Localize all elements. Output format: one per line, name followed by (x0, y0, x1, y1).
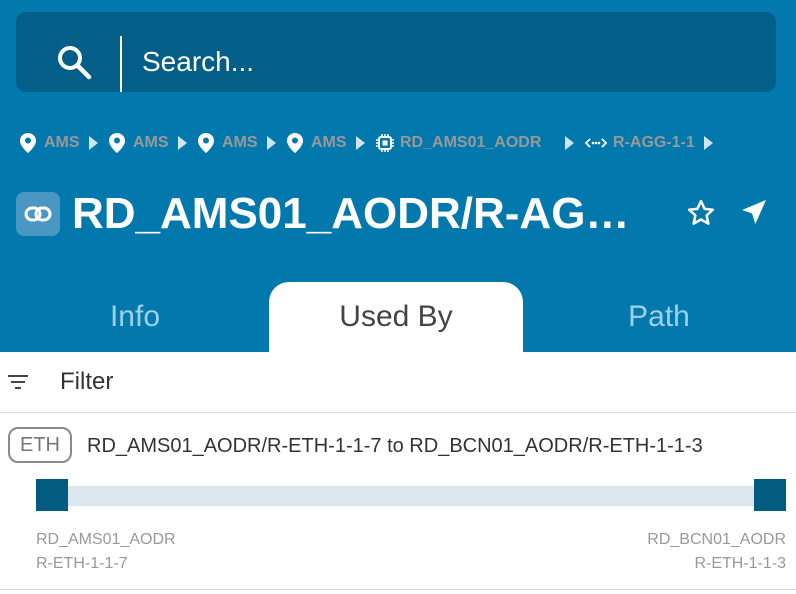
breadcrumb-item-4[interactable]: AMS01 (287, 133, 347, 153)
tab-path[interactable]: Path (522, 282, 796, 352)
breadcrumb-item-5[interactable]: RD_AMS01_AODR (376, 134, 556, 152)
breadcrumb-label: AMS01 (222, 134, 258, 151)
type-badge: ETH (8, 427, 72, 463)
breadcrumb-item-6[interactable]: R-AGG-1-1 (585, 134, 695, 152)
chevron-right-icon (267, 136, 276, 150)
link-arrows-icon (585, 138, 607, 148)
breadcrumb-label: AMS01 (133, 134, 169, 151)
chevron-right-icon (178, 136, 187, 150)
breadcrumb-label: RD_AMS01_AODR (400, 134, 542, 151)
breadcrumb-item-2[interactable]: AMS01 (109, 133, 169, 153)
star-icon[interactable] (686, 198, 716, 228)
z-end-label: RD_BCN01_AODR R-ETH-1-1-3 (647, 528, 786, 576)
breadcrumb-item-1[interactable]: AMS01 (20, 133, 80, 153)
search-divider (120, 36, 122, 92)
tab-used-by[interactable]: Used By (269, 282, 523, 352)
filter-bar[interactable]: Filter (0, 352, 796, 413)
location-pin-icon (198, 133, 214, 153)
chevron-right-icon (356, 136, 365, 150)
a-end-port: R-ETH-1-1-7 (36, 555, 128, 572)
z-end-port: R-ETH-1-1-3 (694, 555, 786, 572)
item-title: RD_AMS01_AODR/R-ETH-1-1-7 to RD_BCN01_AO… (87, 435, 703, 457)
chevron-right-icon (89, 136, 98, 150)
location-pin-icon (109, 133, 125, 153)
breadcrumb-label: AMS01 (311, 134, 347, 151)
search-bar[interactable]: Search... (16, 12, 776, 92)
z-end-device: RD_BCN01_AODR (647, 531, 786, 548)
page-title: RD_AMS01_AODR/R-AGG-1-1 (72, 189, 662, 238)
header: Search... AMS01 AMS01 AMS01 AMS01 (0, 0, 796, 352)
breadcrumb-label: AMS01 (44, 134, 80, 151)
location-pin-icon (20, 133, 36, 153)
connection-bar (36, 486, 786, 506)
chip-icon (376, 134, 394, 152)
search-icon (58, 46, 92, 80)
a-end-label: RD_AMS01_AODR R-ETH-1-1-7 (36, 528, 176, 576)
z-end-node (754, 479, 786, 511)
breadcrumb-label: R-AGG-1-1 (613, 134, 695, 151)
filter-icon (8, 375, 28, 389)
navigate-arrow-icon[interactable] (738, 196, 770, 228)
list-item[interactable]: ETH RD_AMS01_AODR/R-ETH-1-1-7 to RD_BCN0… (0, 413, 796, 590)
a-end-node (36, 479, 68, 511)
chevron-right-icon (565, 136, 574, 150)
link-icon (16, 192, 60, 236)
filter-label: Filter (60, 368, 114, 395)
search-input[interactable]: Search... (142, 46, 254, 78)
title-row: RD_AMS01_AODR/R-AGG-1-1 (16, 186, 786, 246)
tab-info[interactable]: Info (0, 282, 270, 352)
chevron-right-icon (703, 136, 713, 150)
tab-bar: Info Used By Path (0, 282, 796, 352)
location-pin-icon (287, 133, 303, 153)
breadcrumb-item-3[interactable]: AMS01 (198, 133, 258, 153)
breadcrumb: AMS01 AMS01 AMS01 AMS01 RD_AMS01_AODR (20, 129, 780, 157)
a-end-device: RD_AMS01_AODR (36, 531, 176, 548)
